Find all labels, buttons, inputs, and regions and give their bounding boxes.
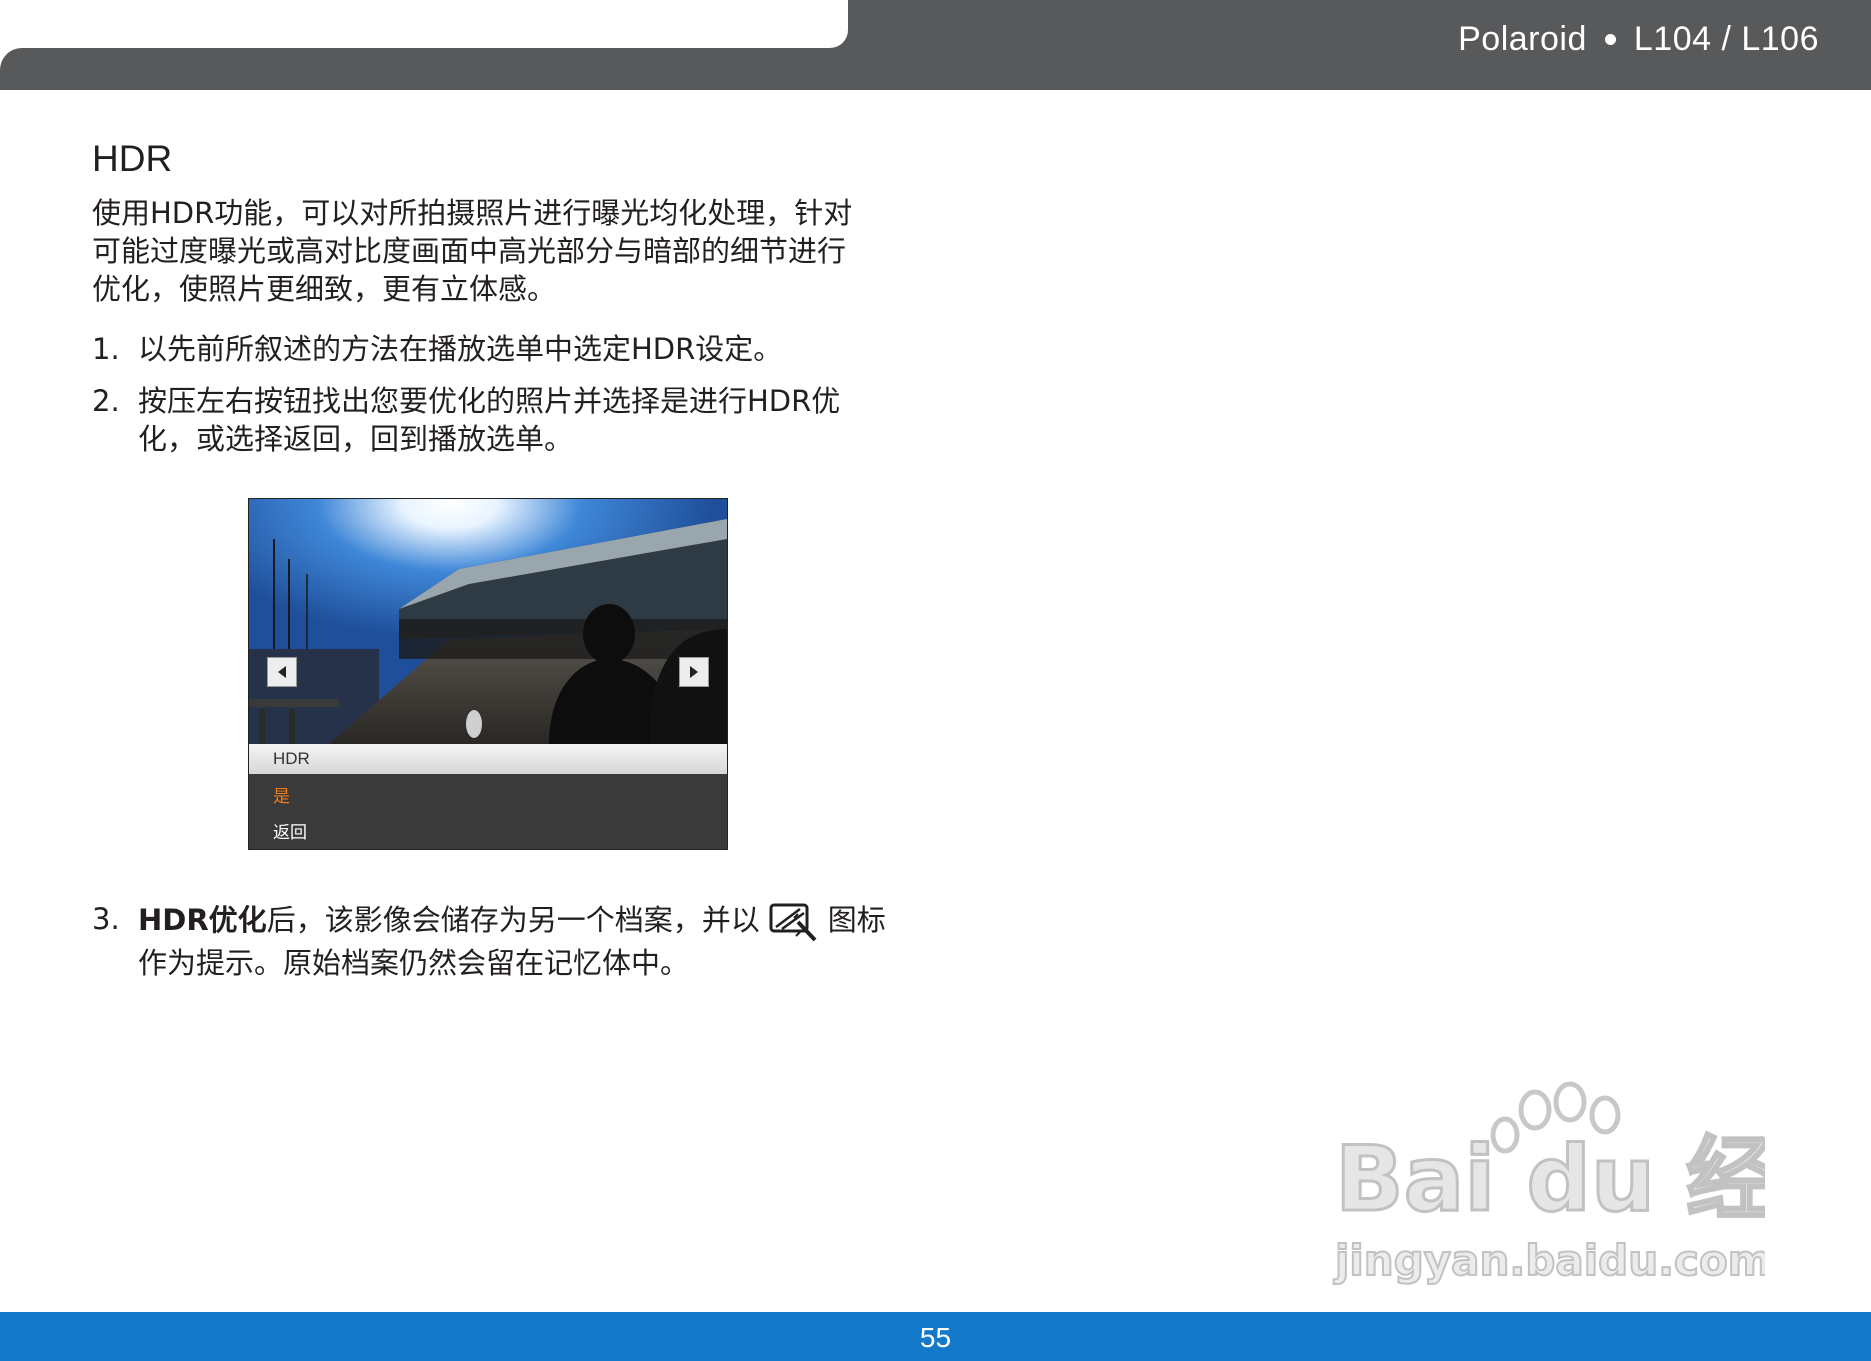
menu-option-back[interactable]: 返回 bbox=[273, 818, 307, 843]
menu-option-yes[interactable]: 是 bbox=[273, 782, 290, 807]
hdr-icon bbox=[769, 903, 817, 942]
header-tab bbox=[0, 0, 848, 48]
step-text: HDR优化后，该影像会储存为另一个档案，并以 图标作为提示。原始档案仍然会留在记忆… bbox=[138, 900, 892, 982]
camera-screen: HDR 是 返回 bbox=[248, 498, 728, 850]
step-3: 3. HDR优化后，该影像会储存为另一个档案，并以 图标作为提示。原始档案仍然会留… bbox=[92, 900, 892, 982]
step-2: 2. 按压左右按钮找出您要优化的照片并选择是进行HDR优化，或选择返回，回到播放… bbox=[92, 382, 892, 458]
header-bar: Polaroid L104 / L106 bbox=[0, 0, 1871, 90]
model-name: L104 / L106 bbox=[1633, 20, 1819, 58]
menu-title: HDR bbox=[273, 749, 310, 768]
photo-preview bbox=[249, 499, 727, 744]
arrow-right-icon[interactable] bbox=[679, 657, 709, 687]
step-number: 2. bbox=[92, 384, 120, 418]
step-text-before-icon: 后，该影像会储存为另一个档案，并以 bbox=[266, 903, 760, 937]
step-bold-text: HDR优化 bbox=[138, 903, 267, 937]
baidu-watermark: Bai du 经验 jingyan.baidu.com bbox=[1332, 1081, 1765, 1286]
page-number: 55 bbox=[919, 1322, 952, 1353]
header-brand: Polaroid L104 / L106 bbox=[1458, 20, 1819, 59]
step-1: 1. 以先前所叙述的方法在播放选单中选定HDR设定。 bbox=[92, 330, 892, 368]
header-tab-corner bbox=[0, 48, 22, 90]
svg-text:Bai du 经验: Bai du 经验 bbox=[1335, 1127, 1765, 1232]
menu-title-bar: HDR bbox=[249, 744, 727, 774]
svg-text:jingyan.baidu.com: jingyan.baidu.com bbox=[1333, 1236, 1765, 1285]
footer-bar: 55 bbox=[0, 1312, 1871, 1361]
menu-body: 是 返回 bbox=[249, 774, 727, 849]
main-content: HDR 使用HDR功能，可以对所拍摄照片进行曝光均化处理，针对可能过度曝光或高对… bbox=[92, 138, 892, 472]
step-text: 按压左右按钮找出您要优化的照片并选择是进行HDR优化，或选择返回，回到播放选单。 bbox=[138, 384, 841, 456]
section-intro: 使用HDR功能，可以对所拍摄照片进行曝光均化处理，针对可能过度曝光或高对比度画面… bbox=[92, 196, 853, 306]
section-title: HDR bbox=[92, 138, 173, 179]
step-number: 1. bbox=[92, 332, 120, 366]
arrow-left-icon[interactable] bbox=[267, 657, 297, 687]
step-number: 3. bbox=[92, 902, 120, 936]
brand-name: Polaroid bbox=[1458, 20, 1587, 58]
step-text: 以先前所叙述的方法在播放选单中选定HDR设定。 bbox=[138, 332, 783, 366]
separator-dot bbox=[1604, 34, 1616, 45]
